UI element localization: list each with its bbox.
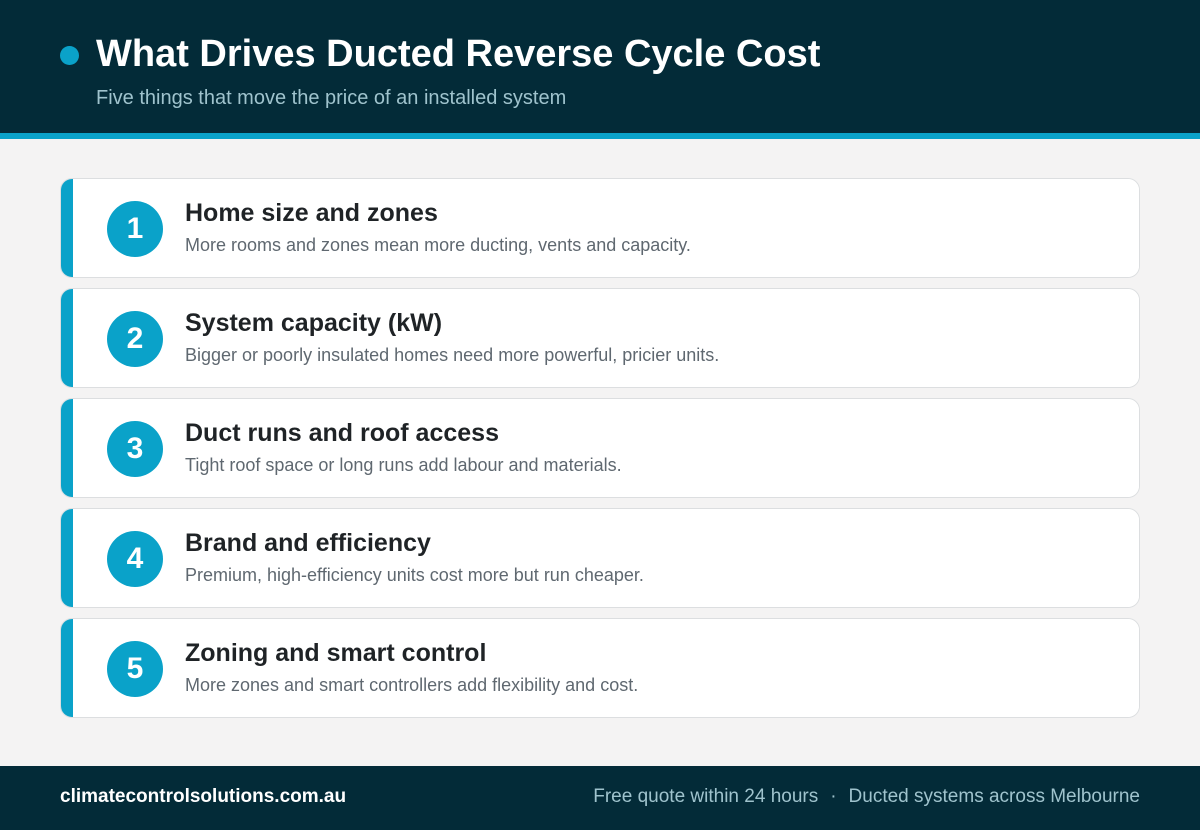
quote-tagline: Free quote within 24 hours	[593, 786, 819, 807]
number-badge: 1	[107, 201, 163, 257]
factor-card-5: 5 Zoning and smart control More zones an…	[60, 618, 1140, 718]
factor-card-4: 4 Brand and efficiency Premium, high-eff…	[60, 508, 1140, 608]
page-title: What Drives Ducted Reverse Cycle Cost	[96, 33, 821, 75]
factor-title: Home size and zones	[185, 199, 438, 227]
number-badge: 5	[107, 641, 163, 697]
header-banner: What Drives Ducted Reverse Cycle Cost Fi…	[0, 0, 1200, 133]
card-accent-bar	[61, 619, 73, 717]
card-accent-bar	[61, 509, 73, 607]
service-area-tagline: Ducted systems across Melbourne	[848, 786, 1140, 807]
card-accent-bar	[61, 289, 73, 387]
factor-card-3: 3 Duct runs and roof access Tight roof s…	[60, 398, 1140, 498]
factor-description: Premium, high-efficiency units cost more…	[185, 565, 644, 585]
website-link[interactable]: climatecontrolsolutions.com.au	[60, 786, 346, 808]
factor-description: Bigger or poorly insulated homes need mo…	[185, 345, 720, 365]
factor-description: More rooms and zones mean more ducting, …	[185, 235, 691, 255]
factor-title: Zoning and smart control	[185, 639, 487, 667]
footer-separator: ·	[830, 786, 837, 807]
number-badge: 3	[107, 421, 163, 477]
page-subtitle: Five things that move the price of an in…	[96, 87, 567, 109]
bullet-dot-icon	[60, 46, 79, 65]
footer-taglines: Free quote within 24 hours · Ducted system…	[593, 786, 1140, 808]
number-badge: 4	[107, 531, 163, 587]
number-badge: 2	[107, 311, 163, 367]
card-accent-bar	[61, 399, 73, 497]
factor-title: Brand and efficiency	[185, 529, 431, 557]
factor-title: System capacity (kW)	[185, 309, 443, 337]
factor-card-1: 1 Home size and zones More rooms and zon…	[60, 178, 1140, 278]
factor-description: More zones and smart controllers add fle…	[185, 675, 639, 695]
footer-bar: climatecontrolsolutions.com.au Free quot…	[0, 766, 1200, 830]
factor-title: Duct runs and roof access	[185, 419, 499, 447]
card-accent-bar	[61, 179, 73, 277]
factor-list: 1 Home size and zones More rooms and zon…	[60, 178, 1140, 728]
header-accent-line	[0, 133, 1200, 139]
factor-card-2: 2 System capacity (kW) Bigger or poorly …	[60, 288, 1140, 388]
factor-description: Tight roof space or long runs add labour…	[185, 455, 622, 475]
